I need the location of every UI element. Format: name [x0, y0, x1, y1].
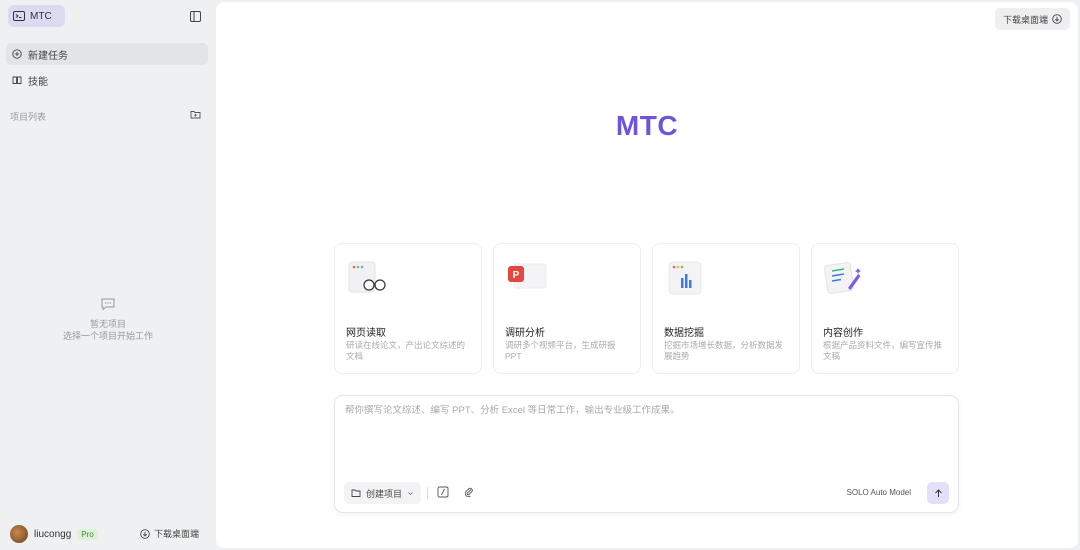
project-select[interactable]: 创建项目 — [344, 482, 422, 504]
nav-item-label: 新建任务 — [28, 50, 68, 62]
prompt-input[interactable] — [345, 405, 945, 416]
book-icon — [12, 76, 22, 84]
main-panel: 下载桌面端 MTC 网页读取 研读在线论文，产出论文综述的文档 P 调研分析 调… — [216, 2, 1078, 548]
card-title: 调研分析 — [505, 328, 545, 339]
task-cards: 网页读取 研读在线论文，产出论文综述的文档 P 调研分析 调研多个视频平台，生成… — [334, 243, 959, 374]
card-desc: 挖掘市场增长数据，分析数据发展趋势 — [664, 340, 784, 361]
sidebar-download-label: 下载桌面端 — [154, 529, 200, 539]
folder-icon — [351, 489, 361, 497]
send-button[interactable] — [927, 482, 949, 504]
chat-plus-icon — [12, 49, 22, 59]
card-content-creation[interactable]: 内容创作 根据产品资料文件，编写宣传推文稿 — [811, 243, 959, 374]
sidebar-toggle-icon[interactable] — [190, 11, 201, 22]
nav-item-skills[interactable]: 技能 — [6, 69, 208, 91]
brand-name: MTC — [30, 10, 52, 22]
sidebar: MTC 新建任务 技能 项目列表 暂无项目 选择一个项目开始工作 liucong… — [0, 0, 216, 550]
folder-add-icon[interactable] — [190, 109, 201, 120]
model-selector[interactable]: SOLO Auto Model — [847, 488, 911, 497]
nav-item-new-task[interactable]: 新建任务 — [6, 43, 208, 65]
card-desc: 研读在线论文，产出论文综述的文档 — [346, 340, 466, 361]
user-profile[interactable]: liucongg Pro — [10, 525, 98, 543]
web-reader-icon — [348, 261, 386, 293]
empty-title: 暂无项目 — [89, 319, 126, 329]
card-title: 数据挖掘 — [664, 328, 704, 339]
card-title: 内容创作 — [823, 328, 863, 339]
svg-text:P: P — [513, 270, 520, 281]
brand-logo[interactable]: MTC — [8, 5, 65, 27]
hero-title: MTC — [615, 110, 679, 141]
toolbar-divider — [427, 487, 428, 499]
download-icon — [1052, 14, 1062, 24]
card-web-reading[interactable]: 网页读取 研读在线论文，产出论文综述的文档 — [334, 243, 482, 374]
download-desktop-button[interactable]: 下载桌面端 — [994, 8, 1070, 30]
download-desktop-label: 下载桌面端 — [1002, 14, 1048, 25]
card-data-mining[interactable]: 数据挖掘 挖掘市场增长数据，分析数据发展趋势 — [652, 243, 800, 374]
terminal-icon — [13, 11, 25, 21]
arrow-up-icon — [934, 488, 942, 497]
sidebar-download-button[interactable]: 下载桌面端 — [140, 527, 199, 540]
bar-chart-icon — [668, 261, 702, 295]
empty-hint: 选择一个项目开始工作 — [62, 331, 153, 341]
nav-item-label: 技能 — [28, 76, 48, 88]
prompt-composer: 创建项目 SOLO Auto Model — [334, 395, 959, 513]
card-title: 网页读取 — [346, 328, 386, 339]
slash-command-icon[interactable] — [437, 486, 449, 498]
section-label-projects: 项目列表 — [10, 112, 47, 122]
card-research-analysis[interactable]: P 调研分析 调研多个视频平台，生成研报PPT — [493, 243, 641, 374]
card-desc: 调研多个视频平台，生成研报PPT — [505, 340, 616, 361]
download-icon — [140, 528, 150, 539]
project-select-label: 创建项目 — [366, 488, 403, 499]
pen-document-icon — [824, 262, 861, 294]
chat-bubble-icon — [101, 298, 115, 310]
pro-badge: Pro — [77, 528, 98, 540]
ppt-icon: P — [508, 263, 547, 289]
card-desc: 根据产品资料文件，编写宣传推文稿 — [823, 340, 943, 361]
empty-state: 暂无项目 选择一个项目开始工作 — [0, 296, 216, 342]
chevron-down-icon — [408, 491, 413, 495]
username: liucongg — [34, 528, 72, 540]
attachment-icon[interactable] — [463, 486, 475, 498]
avatar — [10, 525, 28, 543]
